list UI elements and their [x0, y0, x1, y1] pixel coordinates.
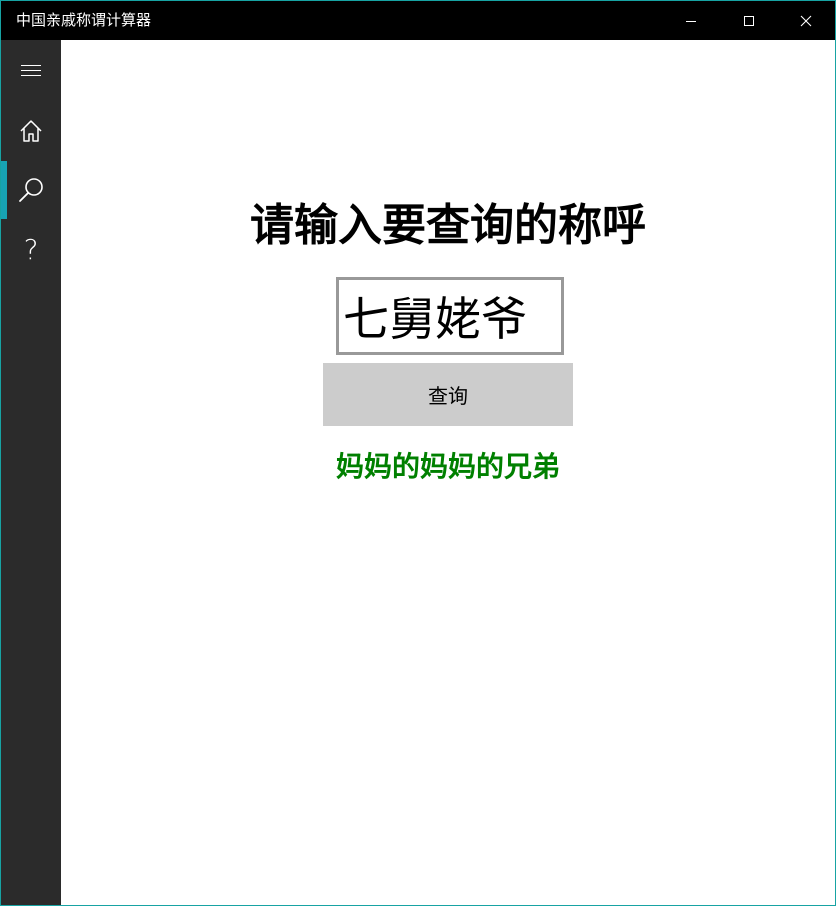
search-icon [19, 178, 43, 202]
nav-item-help[interactable]: ? [1, 220, 61, 280]
query-button[interactable]: 查询 [323, 363, 573, 426]
minimize-button[interactable] [662, 1, 720, 40]
result-text: 妈妈的妈妈的兄弟 [335, 450, 560, 483]
nav-item-home[interactable] [1, 101, 61, 161]
window-title: 中国亲戚称谓计算器 [16, 11, 152, 29]
home-icon [20, 120, 42, 142]
app-window: 中国亲戚称谓计算器 ? 请输入要查询的称呼 七舅姥爷 查询 妈妈的妈妈的兄弟 [0, 0, 836, 906]
maximize-icon [744, 15, 754, 26]
close-icon [800, 15, 812, 26]
hamburger-menu-icon [21, 65, 41, 76]
main-content: 请输入要查询的称呼 查询 妈妈的妈妈的兄弟 [61, 40, 835, 905]
minimize-icon [686, 20, 696, 22]
kinship-term-input[interactable] [336, 277, 564, 355]
hamburger-menu-button[interactable] [1, 40, 61, 100]
title-bar: 中国亲戚称谓计算器 [1, 1, 835, 40]
close-button[interactable] [777, 1, 835, 40]
nav-item-search[interactable] [1, 160, 61, 220]
navigation-sidebar: ? [1, 40, 61, 905]
maximize-button[interactable] [720, 1, 778, 40]
help-icon: ? [23, 233, 39, 266]
page-title: 请输入要查询的称呼 [250, 200, 646, 251]
